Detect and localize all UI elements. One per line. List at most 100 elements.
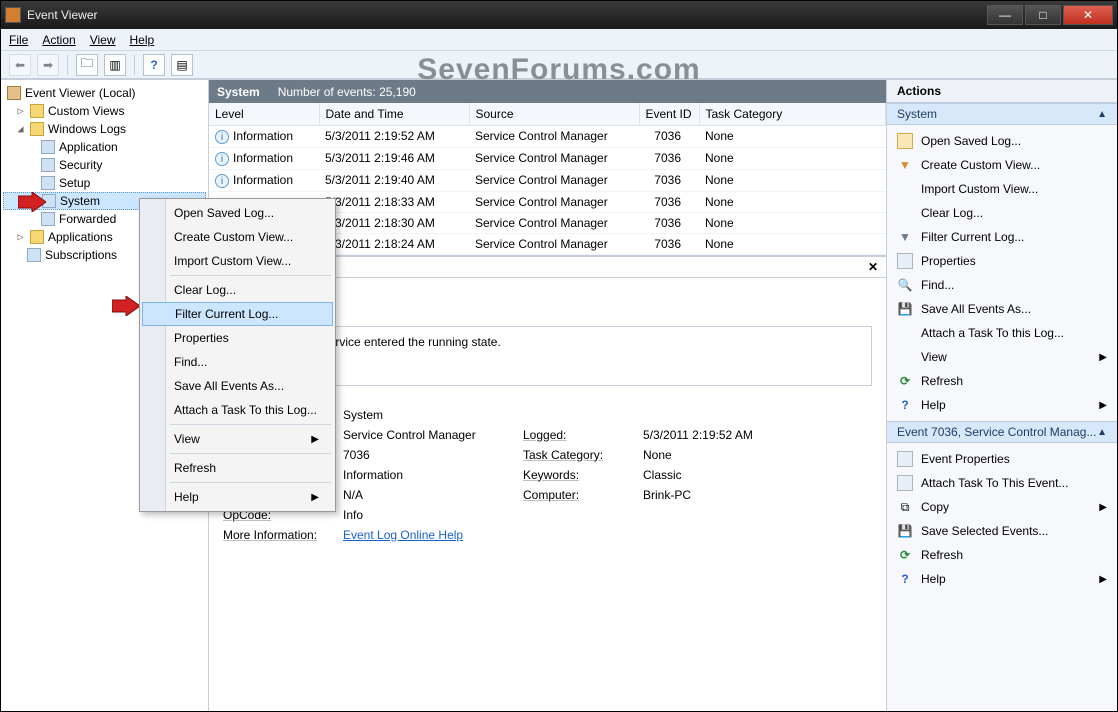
actions-pane: Actions System ▲ Open Saved Log... ▼Crea…: [887, 80, 1117, 711]
import-icon: [897, 181, 913, 197]
action-help-2[interactable]: ?Help▶: [891, 567, 1113, 591]
val-eventid: 7036: [343, 448, 523, 462]
ctx-find[interactable]: Find...: [142, 350, 333, 374]
val-user: N/A: [343, 488, 523, 502]
actions-group-system[interactable]: System ▲: [887, 103, 1117, 125]
properties-button[interactable]: ▥: [104, 54, 126, 76]
action-filter-log[interactable]: ▼Filter Current Log...: [891, 225, 1113, 249]
action-refresh[interactable]: ⟳Refresh: [891, 369, 1113, 393]
menu-file[interactable]: File: [9, 33, 28, 47]
tree-label: Application: [59, 140, 118, 154]
action-save-selected[interactable]: 💾Save Selected Events...: [891, 519, 1113, 543]
show-tree-button[interactable]: 🗀: [76, 54, 98, 76]
menu-view[interactable]: View: [90, 33, 116, 47]
action-attach-task[interactable]: Attach a Task To this Log...: [891, 321, 1113, 345]
tree-security[interactable]: Security: [3, 156, 206, 174]
col-source[interactable]: Source: [469, 103, 639, 125]
ctx-view[interactable]: View▶: [142, 427, 333, 451]
val-level: Information: [343, 468, 523, 482]
table-row[interactable]: iInformation5/3/2011 2:19:52 AMService C…: [209, 125, 886, 147]
expand-icon[interactable]: ▷: [15, 232, 26, 243]
expand-icon[interactable]: ▷: [15, 106, 26, 117]
ctx-refresh[interactable]: Refresh: [142, 456, 333, 480]
find-icon: 🔍: [897, 277, 913, 293]
context-menu[interactable]: Open Saved Log... Create Custom View... …: [139, 198, 336, 512]
collapse-icon[interactable]: ▲: [1097, 427, 1107, 438]
log-icon: [27, 248, 41, 262]
event-count: Number of events: 25,190: [278, 85, 416, 99]
help-button[interactable]: ?: [143, 54, 165, 76]
col-level[interactable]: Level: [209, 103, 319, 125]
menu-help[interactable]: Help: [130, 33, 155, 47]
toolbar: ⬅ ➡ 🗀 ▥ ? ▤: [1, 51, 1117, 79]
action-copy[interactable]: ⧉Copy▶: [891, 495, 1113, 519]
help-icon: ?: [897, 571, 913, 587]
collapse-icon[interactable]: ◢: [15, 124, 26, 135]
tree-root[interactable]: Event Viewer (Local): [3, 84, 206, 102]
minimize-button[interactable]: —: [987, 5, 1023, 25]
col-eventid[interactable]: Event ID: [639, 103, 699, 125]
tree-application[interactable]: Application: [3, 138, 206, 156]
action-help[interactable]: ?Help▶: [891, 393, 1113, 417]
info-icon: i: [215, 152, 229, 166]
action-properties[interactable]: Properties: [891, 249, 1113, 273]
save-icon: 💾: [897, 523, 913, 539]
ctx-help[interactable]: Help▶: [142, 485, 333, 509]
blank-icon: [897, 349, 913, 365]
col-task[interactable]: Task Category: [699, 103, 886, 125]
ctx-clear-log[interactable]: Clear Log...: [142, 278, 333, 302]
ctx-import-custom-view[interactable]: Import Custom View...: [142, 249, 333, 273]
action-refresh-2[interactable]: ⟳Refresh: [891, 543, 1113, 567]
action-attach-task-event[interactable]: Attach Task To This Event...: [891, 471, 1113, 495]
panel-button[interactable]: ▤: [171, 54, 193, 76]
val-taskcat: None: [643, 448, 823, 462]
action-save-all-events[interactable]: 💾Save All Events As...: [891, 297, 1113, 321]
actions-group-event[interactable]: Event 7036, Service Control Manag... ▲: [887, 421, 1117, 443]
action-open-saved-log[interactable]: Open Saved Log...: [891, 129, 1113, 153]
clear-icon: [897, 205, 913, 221]
ctx-open-saved-log[interactable]: Open Saved Log...: [142, 201, 333, 225]
forward-button[interactable]: ➡: [37, 54, 59, 76]
tree-label: Subscriptions: [45, 248, 117, 262]
col-datetime[interactable]: Date and Time: [319, 103, 469, 125]
detail-close-button[interactable]: ✕: [868, 260, 878, 274]
back-button[interactable]: ⬅: [9, 54, 31, 76]
ctx-filter-current-log[interactable]: Filter Current Log...: [142, 302, 333, 326]
log-icon: [41, 140, 55, 154]
lbl-keywords: Keywords:: [523, 468, 643, 482]
maximize-button[interactable]: □: [1025, 5, 1061, 25]
info-icon: i: [215, 130, 229, 144]
tree-windows-logs[interactable]: ◢ Windows Logs: [3, 120, 206, 138]
table-row[interactable]: iInformation5/3/2011 2:19:40 AMService C…: [209, 169, 886, 191]
action-clear-log[interactable]: Clear Log...: [891, 201, 1113, 225]
folder-icon: [30, 230, 44, 244]
action-find[interactable]: 🔍Find...: [891, 273, 1113, 297]
ctx-save-all-events[interactable]: Save All Events As...: [142, 374, 333, 398]
tree-custom-views[interactable]: ▷ Custom Views: [3, 102, 206, 120]
action-event-properties[interactable]: Event Properties: [891, 447, 1113, 471]
ctx-properties[interactable]: Properties: [142, 326, 333, 350]
attach-icon: [897, 325, 913, 341]
ctx-create-custom-view[interactable]: Create Custom View...: [142, 225, 333, 249]
center-header: System Number of events: 25,190: [209, 80, 886, 103]
close-button[interactable]: ✕: [1063, 5, 1113, 25]
center-title: System: [217, 85, 260, 99]
ctx-attach-task[interactable]: Attach a Task To this Log...: [142, 398, 333, 422]
action-create-custom-view[interactable]: ▼Create Custom View...: [891, 153, 1113, 177]
link-online-help[interactable]: Event Log Online Help: [343, 528, 523, 542]
submenu-arrow-icon: ▶: [311, 434, 319, 445]
actions-header: Actions: [887, 80, 1117, 103]
info-icon: i: [215, 174, 229, 188]
collapse-icon[interactable]: ▲: [1097, 109, 1107, 120]
action-import-custom-view[interactable]: Import Custom View...: [891, 177, 1113, 201]
refresh-icon: ⟳: [897, 373, 913, 389]
menu-action[interactable]: Action: [42, 33, 75, 47]
action-view[interactable]: View▶: [891, 345, 1113, 369]
attach-icon: [897, 475, 913, 491]
table-row[interactable]: iInformation5/3/2011 2:19:46 AMService C…: [209, 147, 886, 169]
log-icon: [41, 176, 55, 190]
refresh-icon: ⟳: [897, 547, 913, 563]
submenu-arrow-icon: ▶: [1099, 502, 1107, 513]
tree-setup[interactable]: Setup: [3, 174, 206, 192]
annotation-arrow-1: [18, 192, 46, 212]
